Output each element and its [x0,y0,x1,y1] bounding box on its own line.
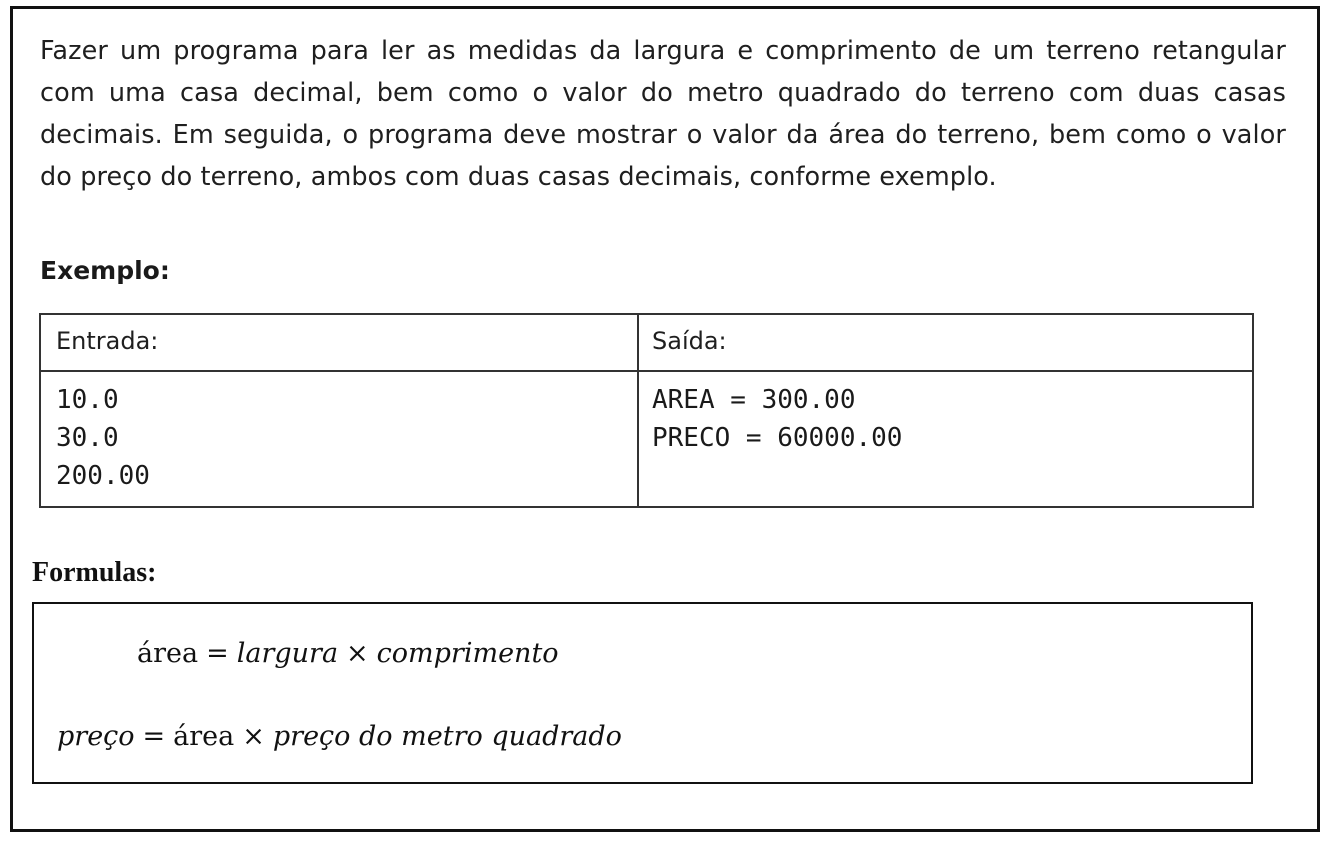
input-header: Entrada: [56,327,159,355]
price-formula: preço = área × preço do metro quadrado [57,721,622,752]
output-values: AREA = 300.00 PRECO = 60000.00 [652,381,902,457]
example-title: Exemplo: [40,256,170,285]
table-column-divider [637,315,639,506]
input-line: 10.0 [56,385,119,415]
table-row-divider [41,370,1252,372]
times-sign: × [346,638,369,669]
equals-sign: = [142,721,166,752]
output-line: PRECO = 60000.00 [652,423,903,453]
area-formula-comprimento: comprimento [376,638,559,669]
area-formula: área = largura × comprimento [137,638,559,669]
price-formula-preco-metro: preço do metro quadrado [272,721,622,752]
example-table: Entrada: Saída: 10.0 30.0 200.00 AREA = … [39,313,1254,508]
input-values: 10.0 30.0 200.00 [56,381,150,495]
formulas-title: Formulas: [32,557,157,588]
input-line: 30.0 [56,423,119,453]
times-sign: × [242,721,265,752]
price-formula-lhs: preço [57,721,135,752]
input-line: 200.00 [56,461,150,491]
area-formula-lhs: área [137,638,199,669]
area-formula-largura: largura [236,638,339,669]
price-formula-area: área [173,721,235,752]
equals-sign: = [206,638,229,669]
output-line: AREA = 300.00 [652,385,856,415]
formula-box: área = largura × comprimento preço = área × preç… [32,602,1253,784]
output-header: Saída: [652,327,727,355]
problem-description: Fazer um programa para ler as medidas da… [40,36,1286,192]
